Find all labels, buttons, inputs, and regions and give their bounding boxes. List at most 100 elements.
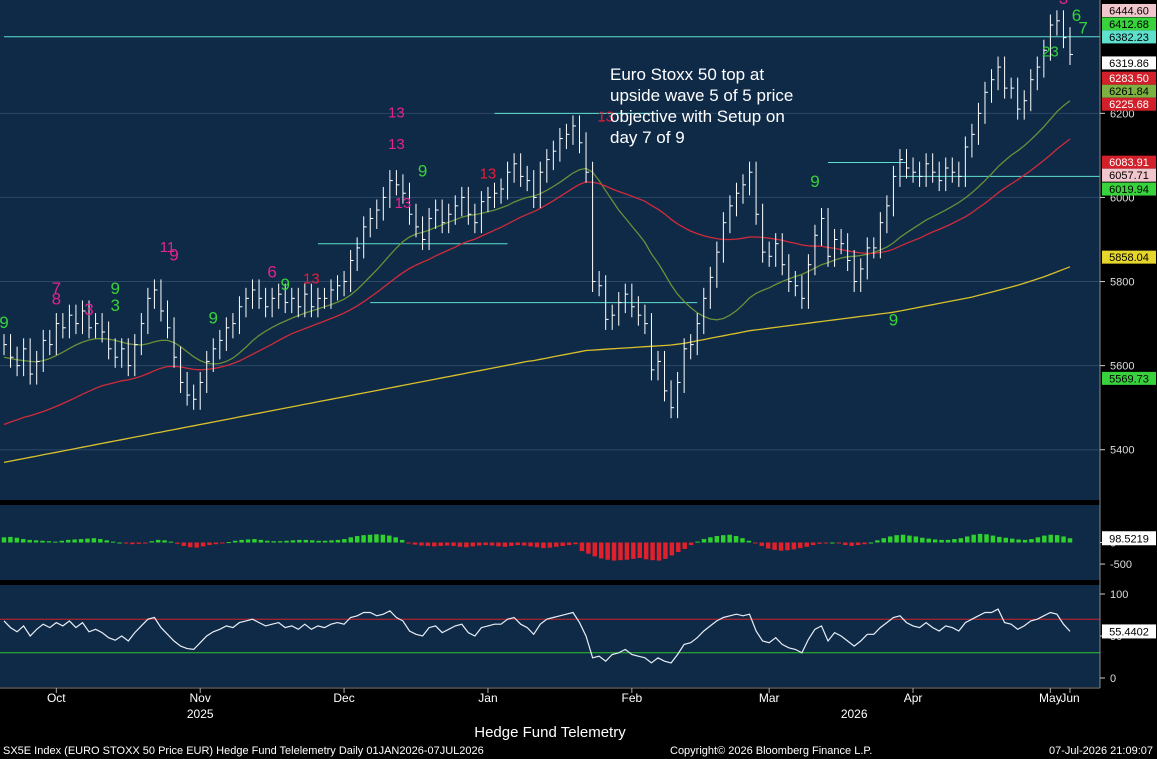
histogram-bar — [875, 540, 880, 543]
value-label: 6261.84 — [1109, 86, 1149, 98]
setup-label: 9 — [418, 161, 427, 180]
histogram-bar — [1022, 539, 1028, 543]
histogram-bar — [40, 540, 45, 543]
histogram-bar — [393, 537, 398, 543]
histogram-bar — [162, 540, 167, 543]
histogram-bar — [727, 534, 732, 543]
histogram-bar — [245, 539, 251, 543]
histogram-bar — [862, 542, 867, 545]
histogram-bar — [464, 542, 469, 548]
histogram-bar — [59, 540, 65, 543]
x-month-label: Jan — [478, 691, 497, 705]
histogram-bar — [932, 539, 938, 543]
histogram-bar — [290, 540, 296, 543]
histogram-bar — [849, 542, 854, 546]
histogram-bar — [611, 542, 617, 561]
histogram-bar — [573, 542, 578, 545]
y-tick-label: 5400 — [1110, 445, 1134, 457]
histogram-bar — [560, 542, 565, 546]
setup-label: 3 — [110, 296, 119, 315]
histogram-bar — [284, 540, 289, 543]
value-label: 55.4402 — [1109, 626, 1149, 638]
histogram-bar — [438, 542, 443, 546]
setup-label: 9 — [110, 279, 119, 298]
histogram-bar — [258, 539, 264, 543]
histogram-bar — [669, 542, 675, 556]
histogram-bar — [175, 542, 180, 544]
histogram-bar — [753, 542, 758, 544]
histogram-bar — [489, 542, 495, 546]
setup-label: 9 — [169, 246, 178, 265]
histogram-bar — [143, 542, 148, 544]
histogram-bar — [8, 536, 13, 543]
histogram-bar — [342, 539, 347, 543]
histogram-bar — [387, 535, 392, 543]
histogram-bar — [265, 540, 270, 543]
histogram-bar — [759, 542, 764, 546]
histogram-bar — [232, 540, 238, 543]
histogram-bar — [78, 539, 84, 543]
value-label: 6382.23 — [1109, 32, 1149, 44]
histogram-bar — [1, 537, 7, 543]
setup-label: 9 — [0, 313, 9, 332]
footer-left: SX5E Index (EURO STOXX 50 Price EUR) Hed… — [3, 745, 484, 757]
histogram-bar — [566, 542, 572, 546]
histogram-bar — [374, 534, 379, 543]
histogram-bar — [21, 539, 26, 543]
histogram-bar — [521, 542, 527, 546]
histogram-bar — [207, 542, 212, 546]
histogram-bar — [1048, 534, 1053, 543]
histogram-bar — [817, 542, 822, 544]
y-tick-label: 5800 — [1110, 277, 1134, 289]
histogram-bar — [714, 536, 720, 543]
histogram-bar — [213, 542, 219, 545]
annotation-line-3: objective with Setup on — [610, 107, 785, 126]
setup-label: 13 — [395, 195, 412, 212]
histogram-bar — [509, 542, 514, 546]
histogram-bar — [1067, 538, 1073, 543]
histogram-bar — [483, 542, 488, 546]
x-month-label: May — [1039, 691, 1062, 705]
histogram-bar — [1035, 537, 1041, 543]
histogram-bar — [765, 542, 771, 549]
histogram-bar — [547, 542, 553, 548]
histogram-bar — [791, 542, 797, 550]
histogram-bar — [913, 536, 919, 543]
y-tick-label: 100 — [1110, 589, 1128, 601]
setup-label: 9 — [209, 309, 218, 328]
histogram-bar — [348, 537, 354, 543]
histogram-bar — [136, 542, 142, 544]
histogram-bar — [965, 536, 970, 543]
histogram-bar — [1061, 536, 1066, 543]
histogram-bar — [1009, 538, 1015, 543]
histogram-bar — [297, 539, 302, 543]
histogram-bar — [945, 539, 951, 543]
histogram-bar — [187, 542, 193, 548]
histogram-bar — [894, 535, 899, 543]
histogram-bar — [701, 539, 707, 543]
histogram-bar — [598, 542, 604, 559]
histogram-bar — [663, 542, 668, 559]
value-label: 6283.50 — [1109, 73, 1149, 85]
histogram-bar — [85, 538, 90, 543]
histogram-bar — [361, 535, 366, 543]
histogram-bar — [798, 542, 803, 549]
histogram-bar — [592, 542, 598, 557]
histogram-bar — [406, 542, 411, 544]
histogram-bar — [1016, 539, 1021, 543]
histogram-bar — [977, 533, 983, 543]
x-year-label: 2026 — [841, 707, 868, 721]
histogram-bar — [354, 536, 360, 543]
histogram-bar — [457, 542, 463, 547]
histogram-bar — [117, 542, 122, 544]
histogram-bar — [586, 542, 591, 554]
histogram-bar — [451, 542, 456, 546]
histogram-bar — [926, 538, 931, 543]
setup-label: 23 — [1042, 44, 1059, 61]
setup-label: 13 — [303, 271, 320, 288]
histogram-bar — [444, 542, 450, 546]
histogram-bar — [380, 534, 386, 543]
histogram-bar — [554, 542, 559, 547]
setup-label: 3 — [1059, 0, 1068, 8]
histogram-bar — [14, 537, 20, 543]
